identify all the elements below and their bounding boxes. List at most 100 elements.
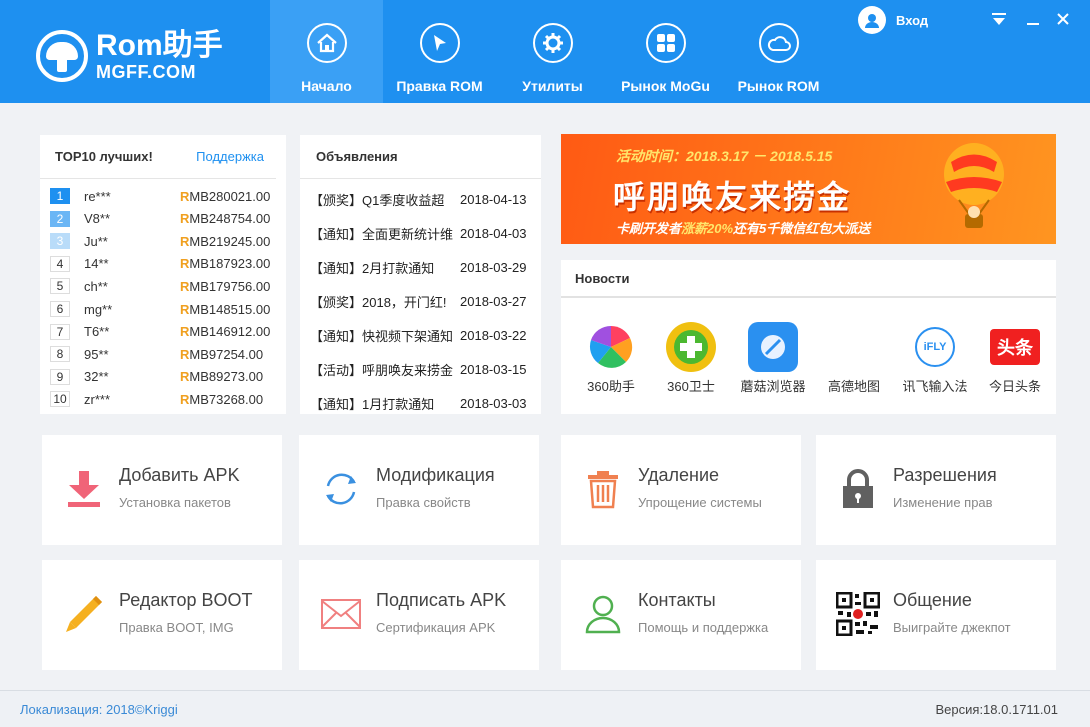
download-arrow-icon <box>62 467 106 511</box>
rank-number: 4 <box>50 255 70 272</box>
app-mogu-browser[interactable]: 蘑菇浏览器 <box>731 322 815 395</box>
banner-subline-c: 还有5千微信红包大派送 <box>733 221 871 236</box>
rank-number: 6 <box>50 301 70 317</box>
banner-date: 活动时间：2018.3.17 － 2018.5.15 <box>616 148 833 164</box>
rank-user: re*** <box>84 188 111 204</box>
nav-rom-edit[interactable]: Правка ROM <box>383 0 496 103</box>
notice-text: 【通知】快视频下架通知 <box>310 328 454 344</box>
mogu-browser-icon <box>748 322 798 372</box>
notice-item[interactable]: 【颁奖】Q1季度收益超 2018-04-13 <box>310 189 541 209</box>
nav-utilities[interactable]: Утилиты <box>496 0 609 103</box>
home-icon <box>306 23 347 63</box>
nav-home[interactable]: Начало <box>270 0 383 103</box>
trash-icon <box>581 467 625 511</box>
sign-apk-card[interactable]: Подписать APK Сертификация APK <box>299 560 539 670</box>
support-link[interactable]: Поддержка <box>196 149 264 164</box>
notice-text: 【通知】1月打款通知 <box>310 396 435 412</box>
notice-text: 【通知】全面更新统计维 <box>310 226 454 242</box>
rank-user: 32** <box>84 369 109 385</box>
card-subtitle: Установка пакетов <box>119 495 231 510</box>
card-title: Контакты <box>638 590 716 610</box>
top10-row: 3 Ju** RMB219245.00 <box>50 231 280 251</box>
notice-item[interactable]: 【颁奖】2018，开门红! 2018-03-27 <box>310 291 541 311</box>
360-security-icon <box>666 322 716 372</box>
app-360-security[interactable]: 360卫士 <box>649 322 733 395</box>
amount-value: MB97254.00 <box>189 346 264 362</box>
360-assistant-icon <box>586 322 636 372</box>
rank-amount: RMB248754.00 <box>180 211 270 226</box>
delete-card[interactable]: Удаление Упрощение системы <box>561 435 801 545</box>
rank-number: 1 <box>50 188 70 204</box>
amount-prefix: R <box>180 391 190 407</box>
top10-row: 4 14** RMB187923.00 <box>50 254 280 274</box>
nav-label: Рынок ROM <box>737 78 820 94</box>
card-subtitle: Изменение прав <box>893 495 993 510</box>
nav-label: Утилиты <box>522 78 583 94</box>
app-amap[interactable]: 高德地图 <box>812 322 896 395</box>
card-subtitle: Выиграйте джекпот <box>893 620 1011 635</box>
notice-text: 【活动】呼朋唤友来捞金 <box>310 362 454 378</box>
nav-mogu-market[interactable]: Рынок MoGu <box>609 0 722 103</box>
amount-prefix: R <box>180 233 190 249</box>
ifly-icon: iFLY <box>910 322 960 372</box>
card-subtitle: Сертификация APK <box>376 620 496 635</box>
nav-label: Правка ROM <box>396 78 483 94</box>
notices-title: Объявления <box>300 135 541 179</box>
notice-text: 【颁奖】Q1季度收益超 <box>310 192 445 208</box>
notice-item[interactable]: 【通知】2月打款通知 2018-03-29 <box>310 257 541 277</box>
notice-date: 2018-03-22 <box>460 327 527 343</box>
news-panel: Новости 360助手 360卫士 蘑菇浏览器 高德地图 iFLY 讯飞输入… <box>561 260 1056 414</box>
title-bar: Rom助手 MGFF.COM Начало Правка ROM Утилиты <box>0 0 1090 103</box>
amount-value: MB280021.00 <box>189 188 271 204</box>
card-subtitle: Помощь и поддержка <box>638 620 769 635</box>
notice-item[interactable]: 【活动】呼朋唤友来捞金 2018-03-15 <box>310 359 541 379</box>
contacts-card[interactable]: Контакты Помощь и поддержка <box>561 560 801 670</box>
notice-date: 2018-03-15 <box>460 361 527 377</box>
minimize-icon[interactable] <box>1022 10 1044 28</box>
app-label: 讯飞输入法 <box>902 379 968 394</box>
amount-value: MB219245.00 <box>189 233 271 249</box>
banner-subline: 卡刷开发者涨薪20%还有5千微信红包大派送 <box>616 218 870 237</box>
amount-prefix: R <box>180 301 190 317</box>
amount-prefix: R <box>180 256 190 272</box>
login-button[interactable]: Вход <box>858 6 928 34</box>
app-360-assistant[interactable]: 360助手 <box>569 322 653 395</box>
rank-user: Ju** <box>84 233 108 249</box>
news-title: Новости <box>561 260 1056 298</box>
cursor-icon <box>419 23 460 63</box>
notice-date: 2018-03-27 <box>460 293 527 309</box>
permissions-card[interactable]: Разрешения Изменение прав <box>816 435 1056 545</box>
notice-item[interactable]: 【通知】全面更新统计维 2018-04-03 <box>310 223 541 243</box>
rank-number: 8 <box>50 346 70 363</box>
nav-rom-market[interactable]: Рынок ROM <box>722 0 835 103</box>
rank-user: 95** <box>84 346 109 362</box>
refresh-icon <box>319 467 363 511</box>
logo-title: Rom助手 <box>96 29 223 62</box>
amount-value: MB248754.00 <box>189 211 271 227</box>
banner-headline: 呼朋唤友来捞金 <box>613 179 852 215</box>
rank-number: 2 <box>50 210 70 227</box>
top10-row: 9 32** RMB89273.00 <box>50 367 280 387</box>
rank-user: T6** <box>84 324 110 340</box>
card-subtitle: Правка свойств <box>376 495 471 510</box>
banner-subline-a: 卡刷开发者 <box>616 221 682 236</box>
modify-card[interactable]: Модификация Правка свойств <box>299 435 539 545</box>
card-title: Добавить APK <box>119 465 240 485</box>
rank-user: zr*** <box>84 391 111 407</box>
menu-dropdown-icon[interactable] <box>988 10 1010 28</box>
envelope-icon <box>319 592 363 636</box>
add-apk-card[interactable]: Добавить APK Установка пакетов <box>42 435 282 545</box>
notices-panel: Объявления 【颁奖】Q1季度收益超 2018-04-13 【通知】全面更新… <box>300 135 541 414</box>
app-toutiao[interactable]: 头条 今日头条 <box>973 322 1057 395</box>
chat-card[interactable]: Общение Выиграйте джекпот <box>816 560 1056 670</box>
promo-banner[interactable]: 活动时间：2018.3.17 － 2018.5.15 呼朋唤友来捞金 卡刷开发者… <box>561 134 1056 244</box>
top10-panel: TOP10 лучших! Поддержка 1 re*** RMB280021.… <box>40 135 286 414</box>
card-subtitle: Упрощение системы <box>638 495 762 510</box>
notice-item[interactable]: 【通知】快视频下架通知 2018-03-22 <box>310 325 541 345</box>
close-icon[interactable] <box>1052 10 1074 28</box>
app-ifly[interactable]: iFLY 讯飞输入法 <box>893 322 977 395</box>
notice-item[interactable]: 【通知】1月打款通知 2018-03-03 <box>310 393 541 413</box>
boot-editor-card[interactable]: Редактор BOOT Правка BOOT, IMG <box>42 560 282 670</box>
rank-number: 5 <box>50 278 70 295</box>
notice-text: 【颁奖】2018，开门红! <box>310 294 447 310</box>
